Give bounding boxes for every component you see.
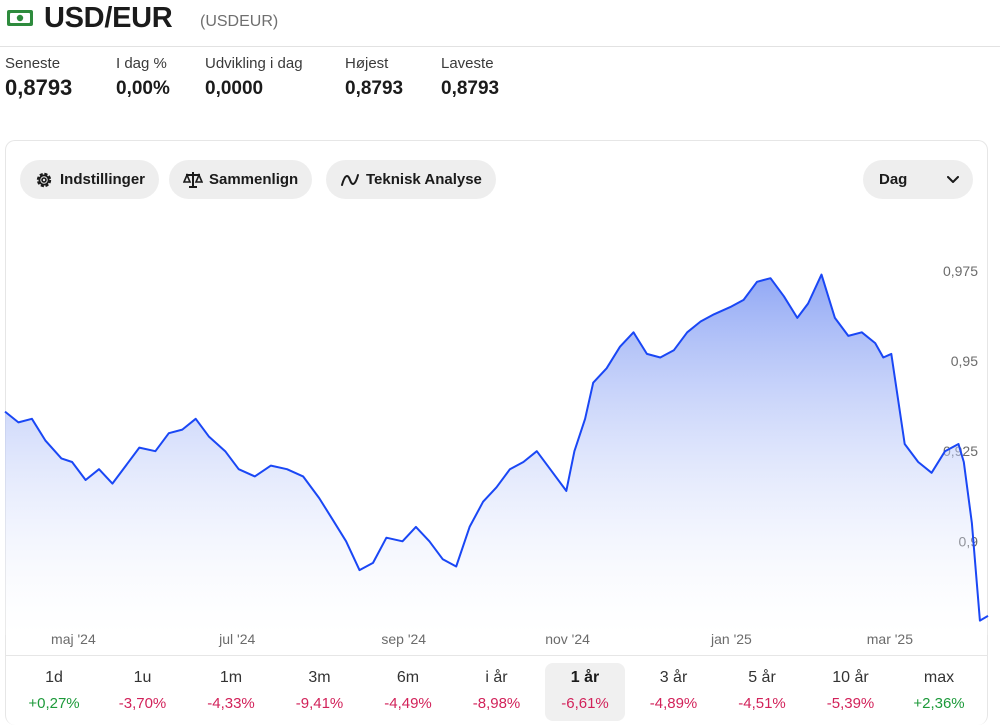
range-label: 1 år xyxy=(570,669,600,686)
range-option[interactable]: 1d +0,27% xyxy=(14,663,94,721)
range-option[interactable]: 1u -3,70% xyxy=(103,663,183,721)
stat-low: Laveste 0,8793 xyxy=(441,55,499,100)
range-change: -4,49% xyxy=(384,695,432,712)
compare-button[interactable]: Sammenlign xyxy=(169,160,313,199)
y-tick-label: 0,975 xyxy=(943,263,978,279)
x-tick-label: jan '25 xyxy=(710,631,752,647)
stat-day-percent: I dag % 0,00% xyxy=(116,55,170,100)
y-tick-label: 0,95 xyxy=(951,353,978,369)
range-label: i år xyxy=(485,669,508,686)
range-option[interactable]: 10 år -5,39% xyxy=(811,663,891,721)
stat-label: Udvikling i dag xyxy=(205,55,303,72)
range-change: -4,33% xyxy=(207,695,255,712)
range-change: -8,98% xyxy=(472,695,521,712)
x-tick-label: maj '24 xyxy=(51,631,96,647)
range-change: -5,39% xyxy=(826,695,875,712)
stat-high: Højest 0,8793 xyxy=(345,55,403,100)
x-tick-label: sep '24 xyxy=(381,631,426,647)
stat-value: 0,8793 xyxy=(345,78,404,99)
range-label: 5 år xyxy=(748,669,776,686)
stat-value: 0,8793 xyxy=(5,75,73,100)
range-change: -4,89% xyxy=(649,695,698,712)
price-area xyxy=(5,274,988,635)
range-label: 1d xyxy=(45,669,63,686)
instrument-header: USD/EUR (USDEUR) xyxy=(0,0,1000,47)
stat-value: 0,00% xyxy=(116,78,170,99)
range-option[interactable]: 6m -4,49% xyxy=(368,663,448,721)
range-option[interactable]: 3 år -4,89% xyxy=(634,663,714,721)
range-option[interactable]: max +2,36% xyxy=(899,663,979,721)
range-change: -4,51% xyxy=(738,695,786,712)
range-label: 10 år xyxy=(832,669,869,686)
quote-stats: Seneste 0,8793 I dag % 0,00% Udvikling i… xyxy=(0,55,1000,115)
range-label: 6m xyxy=(396,669,420,686)
price-chart-svg: 0,9750,950,9250,9 maj '24jul '24sep '24n… xyxy=(4,263,989,647)
interval-value: Dag xyxy=(879,171,908,188)
settings-label: Indstillinger xyxy=(60,171,146,188)
range-option[interactable]: 1m -4,33% xyxy=(191,663,271,721)
time-range-selector: 1d +0,27% 1u -3,70% 1m -4,33% 3m -9,41% 6m -4,49%… xyxy=(5,655,988,725)
range-option[interactable]: 3m -9,41% xyxy=(280,663,360,721)
price-chart[interactable]: 0,9750,950,9250,9 maj '24jul '24sep '24n… xyxy=(0,205,1000,655)
range-label: 1m xyxy=(219,669,243,686)
stat-day-change: Udvikling i dag 0,0000 xyxy=(205,55,303,100)
x-tick-label: nov '24 xyxy=(545,631,590,647)
range-option[interactable]: 1 år -6,61% xyxy=(545,663,625,721)
technical-analysis-label: Teknisk Analyse xyxy=(366,171,482,188)
page-title: USD/EUR xyxy=(44,2,173,34)
range-option[interactable]: 5 år -4,51% xyxy=(722,663,802,721)
settings-button[interactable]: Indstillinger xyxy=(20,160,160,199)
range-change: -6,61% xyxy=(561,695,609,712)
range-label: 3m xyxy=(308,669,331,686)
range-change: -3,70% xyxy=(118,695,167,712)
stat-value: 0,0000 xyxy=(205,78,264,99)
interval-select[interactable]: Dag xyxy=(863,160,973,199)
stat-value: 0,8793 xyxy=(441,78,500,99)
trend-line-icon xyxy=(341,173,359,186)
cash-icon xyxy=(7,10,33,26)
x-tick-label: jul '24 xyxy=(218,631,255,647)
ticker-symbol: (USDEUR) xyxy=(200,13,279,30)
stat-latest: Seneste 0,8793 xyxy=(5,55,72,101)
chevron-down-icon xyxy=(947,175,959,183)
range-label: 1u xyxy=(133,669,152,686)
x-tick-label: mar '25 xyxy=(867,631,913,647)
range-label: max xyxy=(923,669,955,686)
compare-label: Sammenlign xyxy=(209,171,299,188)
range-change: +0,27% xyxy=(28,695,80,712)
scale-icon xyxy=(183,171,203,188)
stat-label: Seneste xyxy=(5,55,61,72)
range-option[interactable]: i år -8,98% xyxy=(457,663,537,721)
range-label: 3 år xyxy=(659,669,688,686)
stat-label: I dag % xyxy=(116,55,167,72)
gear-icon xyxy=(36,172,52,187)
stat-label: Højest xyxy=(345,55,389,72)
range-change: -9,41% xyxy=(295,695,344,712)
range-change: +2,36% xyxy=(913,695,965,712)
technical-analysis-button[interactable]: Teknisk Analyse xyxy=(326,160,496,199)
stat-label: Laveste xyxy=(441,55,494,72)
